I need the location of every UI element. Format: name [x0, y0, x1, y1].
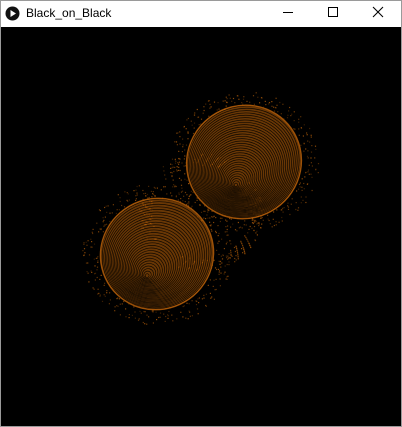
- minimize-icon: [282, 5, 294, 23]
- close-button[interactable]: [355, 1, 401, 27]
- app-window: Black_on_Black: [0, 0, 402, 427]
- title-bar[interactable]: Black_on_Black: [1, 1, 401, 27]
- minimize-button[interactable]: [265, 1, 311, 27]
- maximize-icon: [327, 5, 339, 23]
- close-icon: [372, 5, 384, 23]
- maximize-button[interactable]: [310, 1, 356, 27]
- window-title: Black_on_Black: [26, 6, 112, 20]
- sphere-artwork: [82, 92, 320, 325]
- play-icon: [5, 6, 20, 21]
- sketch-canvas[interactable]: [1, 27, 401, 426]
